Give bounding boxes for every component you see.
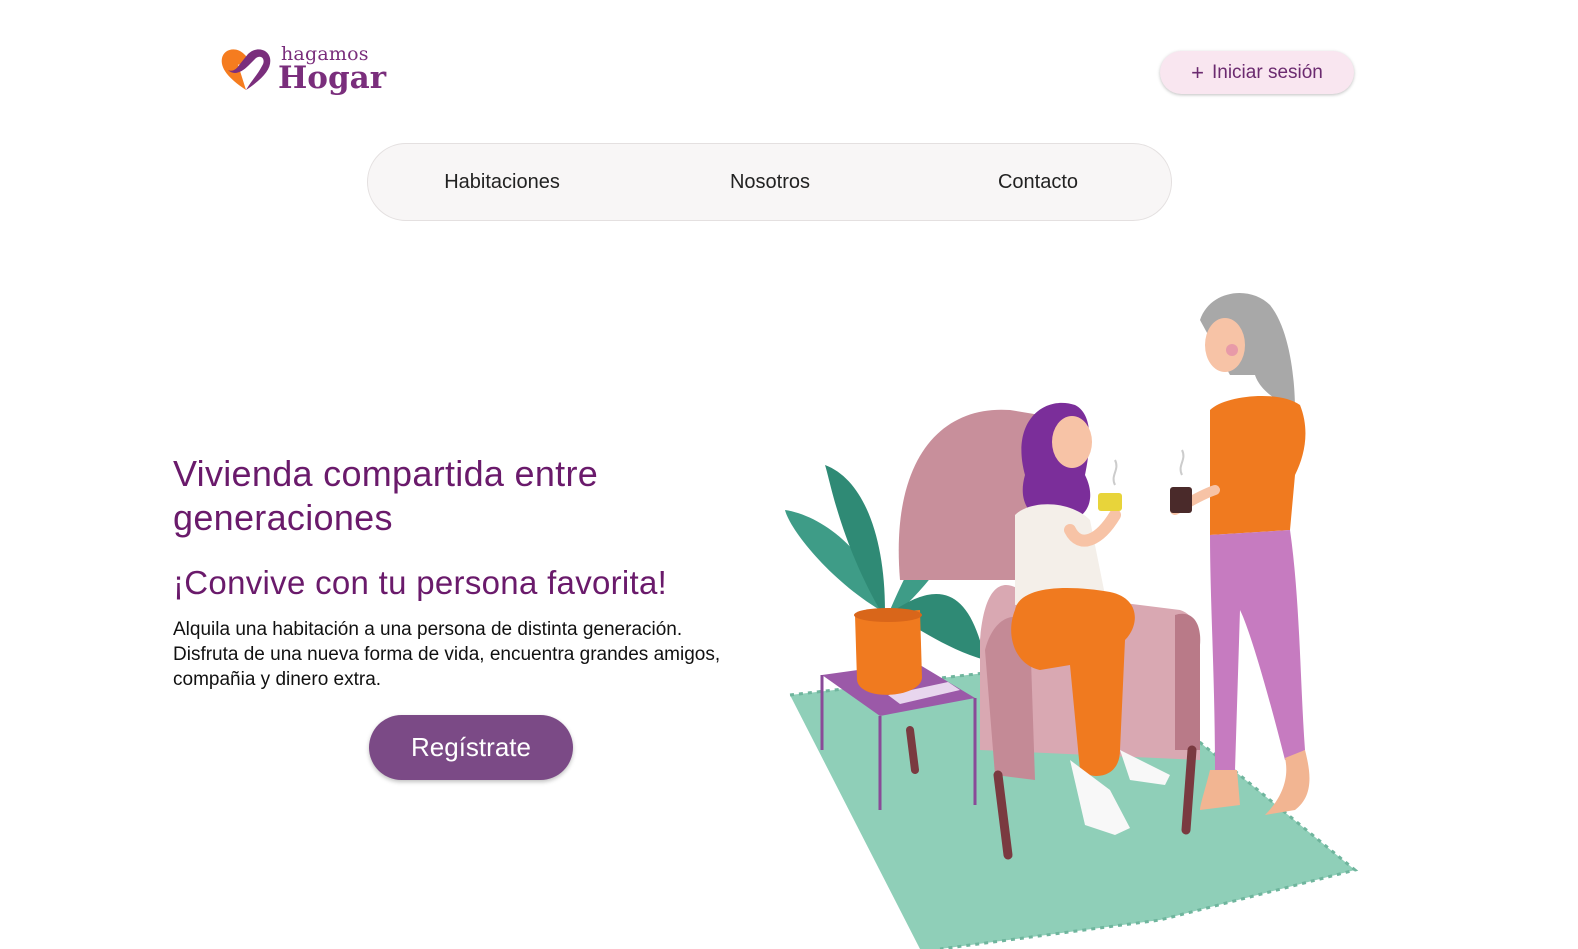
heart-logo-icon <box>221 49 271 90</box>
logo-wordmark: hagamos Hogar <box>278 44 387 96</box>
hero-illustration <box>785 293 1359 949</box>
login-button[interactable]: + Iniciar sesión <box>1160 51 1354 94</box>
hero-description-line: compañia y dinero extra. <box>173 669 382 690</box>
hero-description-line: Disfruta de una nueva forma de vida, enc… <box>173 644 721 665</box>
login-button-label: Iniciar sesión <box>1211 61 1323 83</box>
plus-icon: + <box>1191 59 1204 85</box>
nav-item-habitaciones[interactable]: Habitaciones <box>408 144 596 220</box>
main-nav: Habitaciones Nosotros Contacto <box>367 143 1172 221</box>
hero-description-line: Alquila una habitación a una persona de … <box>173 619 683 640</box>
hero-subtitle: ¡Convive con tu persona favorita! <box>173 564 668 601</box>
nav-item-contacto[interactable]: Contacto <box>944 144 1132 220</box>
hero-description: Alquila una habitación a una persona de … <box>173 617 773 692</box>
logo-big-text: Hogar <box>278 59 387 96</box>
landing-page: hagamos Hogar + Iniciar sesión Habitacio… <box>0 0 1578 949</box>
hero-title: Vivienda compartida entre generaciones <box>173 453 599 538</box>
logo-link[interactable]: hagamos Hogar <box>218 44 386 94</box>
nav-item-nosotros[interactable]: Nosotros <box>676 144 864 220</box>
register-button[interactable]: Regístrate <box>369 715 573 780</box>
